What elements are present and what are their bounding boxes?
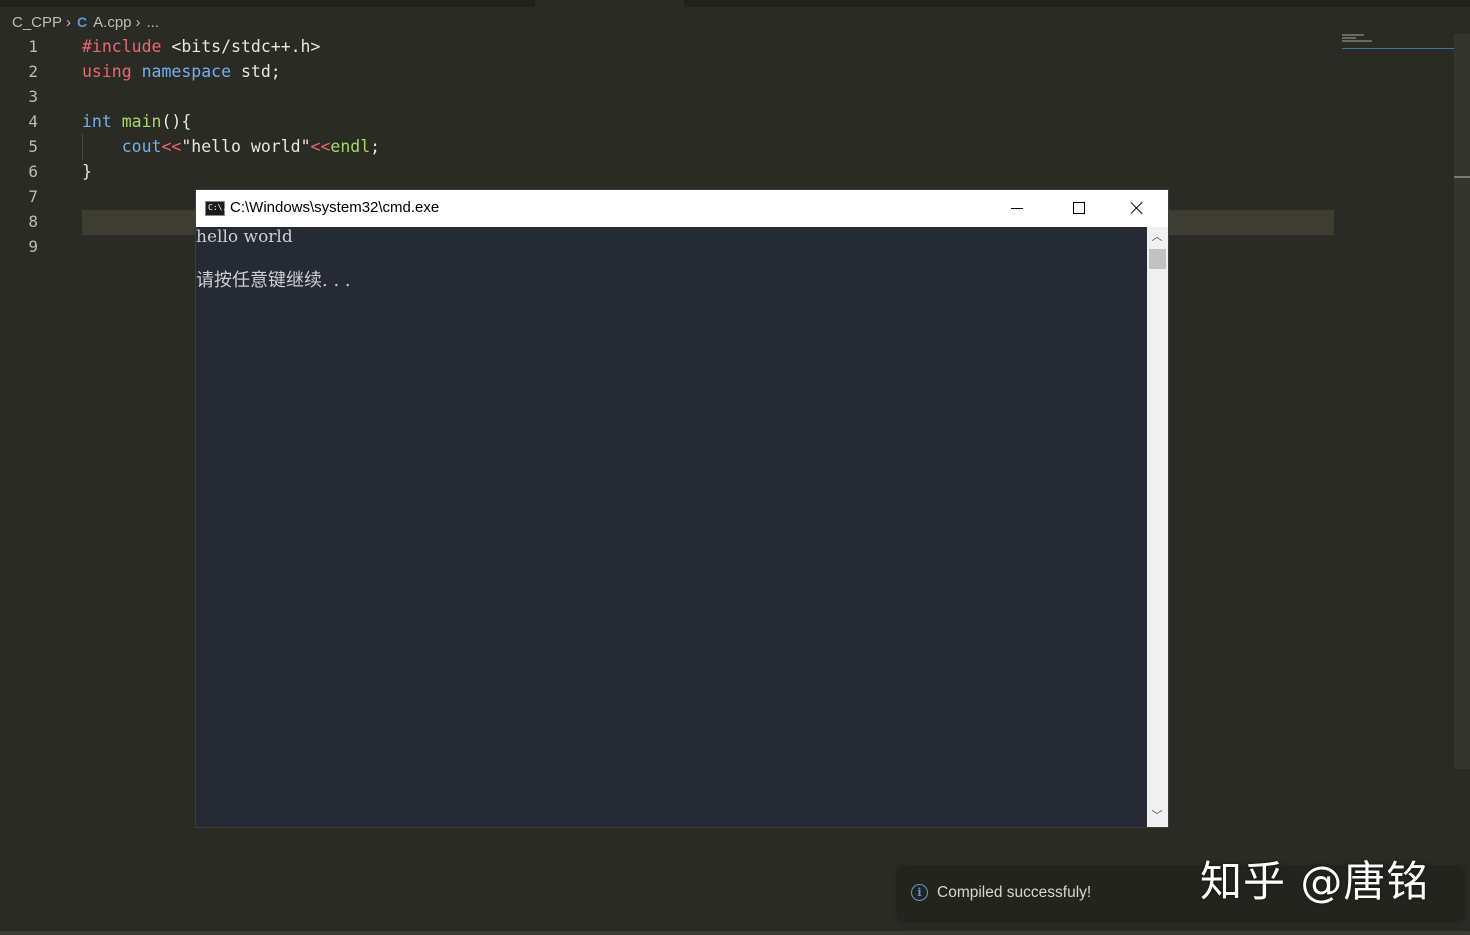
cmd-window[interactable]: C:\. C:\Windows\system32\cmd.exe hello w… [196, 190, 1168, 827]
code-line[interactable]: #include <bits/stdc++.h> [82, 34, 380, 59]
code-token: int [82, 112, 112, 131]
code-token: } [82, 162, 92, 181]
cmd-title: C:\Windows\system32\cmd.exe [230, 199, 440, 216]
cmd-icon-text: C:\. [208, 203, 228, 212]
notification-text: Compiled successfuly! [937, 884, 1092, 901]
code-token: namespace [141, 62, 232, 81]
info-icon: i [911, 884, 928, 901]
cmd-titlebar[interactable]: C:\. C:\Windows\system32\cmd.exe [196, 190, 1168, 227]
watermark: 知乎 @唐铭 [1200, 857, 1430, 906]
chevron-right-icon: › [135, 13, 141, 31]
minimize-button[interactable] [992, 190, 1050, 227]
code-token: (){ [161, 112, 192, 131]
cmd-icon: C:\. [205, 201, 228, 216]
code-token: << [310, 137, 331, 156]
minimap-viewport[interactable] [1342, 48, 1454, 49]
line-number: 2 [28, 62, 38, 81]
breadcrumb-folder[interactable]: C_CPP [12, 14, 62, 31]
line-number: 7 [28, 187, 38, 206]
code-token: main [121, 112, 162, 131]
code-token: <bits/stdc++.h> [161, 37, 321, 56]
line-number-gutter: 1 2 3 4 5 6 7 8 9 [0, 34, 60, 259]
minimize-icon [1011, 208, 1023, 209]
status-bar [0, 931, 1470, 935]
code-token: #include [82, 37, 162, 56]
line-number: 6 [28, 162, 38, 181]
tab-hint[interactable] [535, 0, 684, 7]
maximize-icon [1073, 202, 1085, 214]
close-icon [1130, 201, 1144, 215]
editor-scrollbar[interactable] [1454, 34, 1470, 769]
line-number: 8 [28, 212, 38, 231]
code-token: << [161, 137, 182, 156]
code-token: ; [370, 137, 381, 156]
code-token: cout [121, 137, 162, 156]
code-token: "hello world" [181, 137, 311, 156]
code-line[interactable]: cout<<"hello world"<<endl; [82, 134, 380, 159]
scrollbar-marker [1454, 176, 1470, 178]
scroll-up-icon[interactable]: ︿ [1151, 231, 1163, 243]
code-line[interactable]: using namespace std; [82, 59, 380, 84]
code-token: std; [231, 62, 281, 81]
maximize-button[interactable] [1050, 190, 1108, 227]
breadcrumb-more[interactable]: ... [147, 14, 160, 31]
cmd-scrollbar[interactable]: ︿ ﹀ [1147, 227, 1168, 827]
close-button[interactable] [1108, 190, 1166, 227]
scroll-down-icon[interactable]: ﹀ [1151, 810, 1163, 822]
code-token: using [82, 62, 132, 81]
breadcrumb-file[interactable]: A.cpp [93, 14, 131, 31]
console-output-line: hello world [196, 227, 293, 247]
console-prompt-line: 请按任意键继续. . . [196, 270, 351, 291]
line-number: 9 [28, 237, 38, 256]
cmd-console[interactable]: hello world 请按任意键继续. . . [196, 227, 1147, 827]
line-number: 4 [28, 112, 38, 131]
line-number: 1 [28, 37, 38, 56]
code-line[interactable] [82, 84, 380, 109]
code-token: endl [330, 137, 371, 156]
line-number: 3 [28, 87, 38, 106]
code-line[interactable]: int main(){ [82, 109, 380, 134]
breadcrumb: C_CPP › C A.cpp › ... [12, 11, 159, 33]
chevron-right-icon: › [66, 13, 72, 31]
code-line[interactable]: } [82, 159, 380, 184]
scroll-thumb[interactable] [1149, 249, 1166, 269]
line-number: 5 [28, 137, 38, 156]
cpp-file-icon: C [77, 14, 88, 30]
editor-tab-strip [0, 0, 1470, 7]
minimap[interactable] [1342, 34, 1382, 48]
